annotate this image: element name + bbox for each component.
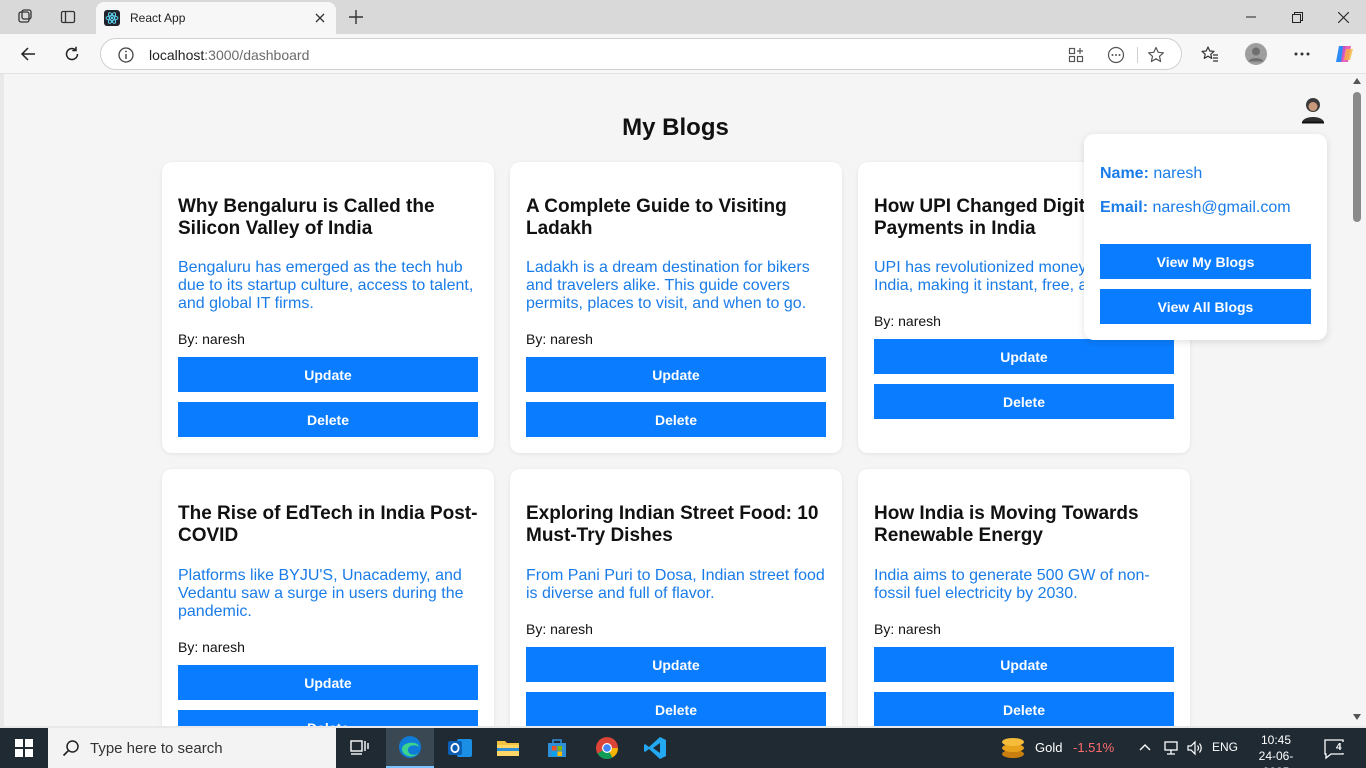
microsoft-store-icon[interactable] xyxy=(533,728,581,768)
blog-author: By: naresh xyxy=(874,621,941,637)
settings-more-icon[interactable] xyxy=(1288,40,1316,68)
blog-description: From Pani Puri to Dosa, Indian street fo… xyxy=(526,567,825,602)
blog-title: The Rise of EdTech in India Post-COVID xyxy=(178,503,478,546)
blog-card: Exploring Indian Street Food: 10 Must-Tr… xyxy=(510,469,842,726)
chevron-up-icon[interactable] xyxy=(1139,743,1151,751)
vscode-app-icon[interactable] xyxy=(631,728,679,768)
url-host: localhost xyxy=(149,47,205,63)
name-label: Name: xyxy=(1100,165,1149,182)
blog-description: India aims to generate 500 GW of non-fos… xyxy=(874,567,1150,602)
url-path: :3000/dashboard xyxy=(204,47,310,63)
notification-count: 4 xyxy=(1334,742,1344,753)
windows-start-icon[interactable] xyxy=(0,728,48,768)
close-window-icon[interactable] xyxy=(1320,0,1366,34)
tab-react-app[interactable]: React App xyxy=(96,2,336,34)
file-explorer-icon[interactable] xyxy=(484,728,532,768)
profile-email: Email: naresh@gmail.com xyxy=(1100,199,1291,217)
scroll-thumb[interactable] xyxy=(1353,92,1361,222)
favorite-star-icon[interactable] xyxy=(1147,46,1165,64)
blog-card: The Rise of EdTech in India Post-COVID P… xyxy=(162,469,494,726)
taskbar-search[interactable]: Type here to search xyxy=(48,728,336,768)
blog-author: By: naresh xyxy=(874,313,941,329)
user-profile-icon[interactable] xyxy=(1300,96,1326,124)
update-button[interactable]: Update xyxy=(874,647,1174,682)
edge-app-icon[interactable] xyxy=(386,728,434,768)
scroll-up-icon[interactable] xyxy=(1353,78,1361,84)
react-logo-icon xyxy=(104,10,120,26)
profile-name: Name: naresh xyxy=(1100,165,1202,183)
delete-button[interactable]: Delete xyxy=(874,692,1174,726)
blog-title: Exploring Indian Street Food: 10 Must-Tr… xyxy=(526,503,819,546)
search-icon xyxy=(62,740,79,757)
update-button[interactable]: Update xyxy=(178,665,478,700)
profile-avatar-icon[interactable] xyxy=(1242,40,1270,68)
scroll-down-icon[interactable] xyxy=(1353,714,1361,720)
blog-card: How India is Moving Towards Renewable En… xyxy=(858,469,1190,726)
delete-button[interactable]: Delete xyxy=(874,384,1174,419)
blog-title: How India is Moving Towards Renewable En… xyxy=(874,503,1139,546)
browser-toolbar: localhost:3000/dashboard xyxy=(0,34,1366,74)
stock-change[interactable]: -1.51% xyxy=(1073,740,1114,755)
blog-card: A Complete Guide to Visiting Ladakh Lada… xyxy=(510,162,842,453)
delete-button[interactable]: Delete xyxy=(178,710,478,726)
delete-button[interactable]: Delete xyxy=(526,692,826,726)
restore-icon[interactable] xyxy=(1274,0,1320,34)
blog-title: A Complete Guide to Visiting Ladakh xyxy=(526,196,787,239)
app-available-icon[interactable] xyxy=(1067,46,1085,64)
update-button[interactable]: Update xyxy=(178,357,478,392)
url-text[interactable]: localhost:3000/dashboard xyxy=(149,47,309,63)
clock[interactable]: 10:45 24-06-2025 xyxy=(1246,732,1306,768)
page-viewport: My Blogs Why Bengaluru is Called the Sil… xyxy=(4,74,1348,726)
blog-author: By: naresh xyxy=(178,331,245,347)
refresh-icon[interactable] xyxy=(58,40,86,68)
workspaces-icon[interactable] xyxy=(12,5,38,29)
blog-author: By: naresh xyxy=(178,639,245,655)
site-info-icon[interactable] xyxy=(117,46,135,64)
volume-icon[interactable] xyxy=(1186,739,1204,757)
chrome-app-icon[interactable] xyxy=(583,728,631,768)
browser-tab-strip: React App xyxy=(0,0,1366,34)
update-button[interactable]: Update xyxy=(874,339,1174,374)
copilot-icon[interactable] xyxy=(1330,40,1358,68)
blog-description: Platforms like BYJU'S, Unacademy, and Ve… xyxy=(178,567,464,620)
clock-time: 10:45 xyxy=(1260,733,1292,747)
tab-actions-icon[interactable] xyxy=(55,5,81,29)
taskbar: Type here to search Gold -1.51% ENG 10:4… xyxy=(0,728,1366,768)
new-tab-icon[interactable] xyxy=(344,6,368,28)
close-tab-icon[interactable] xyxy=(312,10,328,26)
page-scrollbar[interactable] xyxy=(1348,74,1366,726)
blog-author: By: naresh xyxy=(526,621,593,637)
blog-card: Why Bengaluru is Called the Silicon Vall… xyxy=(162,162,494,453)
delete-button[interactable]: Delete xyxy=(526,402,826,437)
network-icon[interactable] xyxy=(1162,739,1180,757)
outlook-app-icon[interactable] xyxy=(436,728,484,768)
gold-stock-icon[interactable] xyxy=(1000,736,1026,760)
language-indicator[interactable]: ENG xyxy=(1212,740,1238,754)
back-icon[interactable] xyxy=(14,40,42,68)
view-all-blogs-button[interactable]: View All Blogs xyxy=(1100,289,1311,324)
tab-title: React App xyxy=(130,11,186,25)
stock-name[interactable]: Gold xyxy=(1035,740,1062,755)
profile-dropdown: Name: naresh Email: naresh@gmail.com Vie… xyxy=(1084,134,1327,340)
update-button[interactable]: Update xyxy=(526,357,826,392)
minimize-icon[interactable] xyxy=(1228,0,1274,34)
favorites-icon[interactable] xyxy=(1196,40,1224,68)
update-button[interactable]: Update xyxy=(526,647,826,682)
search-placeholder: Type here to search xyxy=(90,739,223,757)
read-aloud-icon[interactable] xyxy=(1107,46,1125,64)
blog-description: Bengaluru has emerged as the tech hub du… xyxy=(178,259,474,312)
email-label: Email: xyxy=(1100,199,1149,216)
name-value: naresh xyxy=(1153,165,1203,182)
clock-date: 24-06-2025 xyxy=(1258,749,1294,768)
address-bar[interactable]: localhost:3000/dashboard xyxy=(100,38,1182,70)
omnibox-divider xyxy=(1137,47,1138,63)
view-my-blogs-button[interactable]: View My Blogs xyxy=(1100,244,1311,279)
blog-description: Ladakh is a dream destination for bikers… xyxy=(526,259,810,312)
email-value: naresh@gmail.com xyxy=(1152,199,1291,216)
blog-author: By: naresh xyxy=(526,331,593,347)
blog-title: Why Bengaluru is Called the Silicon Vall… xyxy=(178,196,435,239)
delete-button[interactable]: Delete xyxy=(178,402,478,437)
task-view-icon[interactable] xyxy=(336,728,384,768)
